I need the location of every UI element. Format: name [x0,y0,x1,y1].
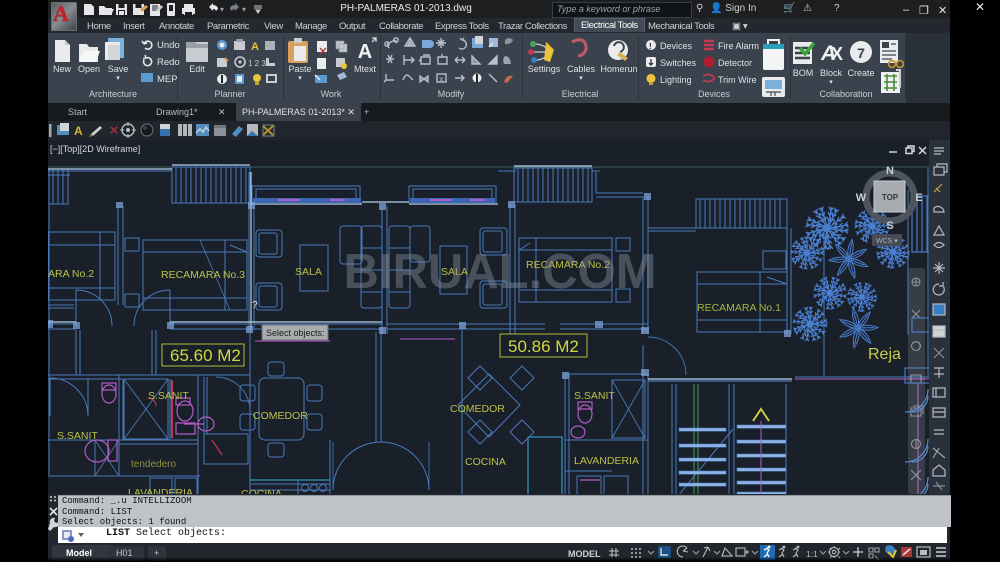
svg-text:Reja: Reja [868,346,901,363]
svg-text:50.86 M2: 50.86 M2 [508,337,579,356]
svg-text:▾: ▾ [116,75,120,82]
svg-text:RECAMARA No.3: RECAMARA No.3 [161,269,245,281]
svg-text:W: W [856,192,867,204]
svg-text:?: ? [252,300,258,311]
svg-text:▾: ▾ [298,75,302,82]
svg-text:S.SANIT: S.SANIT [148,390,189,402]
svg-text:Architecture: Architecture [89,89,137,99]
svg-text:Electrical: Electrical [562,89,599,99]
svg-text:ARA No.2: ARA No.2 [48,268,94,280]
svg-text:LAVANDERIA: LAVANDERIA [128,487,193,494]
svg-text:Save: Save [108,64,129,74]
svg-text:A: A [74,124,83,138]
svg-text:N: N [886,165,894,177]
svg-text:!: ! [649,42,652,51]
svg-text:RECAMARA No.1: RECAMARA No.1 [697,302,781,314]
svg-text:Edit: Edit [189,64,205,74]
svg-text:65.60 M2: 65.60 M2 [170,346,241,365]
svg-text:Fire Alarm: Fire Alarm [718,41,759,51]
svg-text:Cables: Cables [567,64,596,74]
svg-text:Trim Wire: Trim Wire [718,75,757,85]
svg-text:A: A [358,41,372,63]
svg-text:S.SANIT: S.SANIT [57,430,98,442]
svg-text:SALA: SALA [295,266,322,278]
svg-text:Settings: Settings [528,64,561,74]
svg-text:COMEDOR: COMEDOR [253,410,308,422]
svg-text:▾: ▾ [242,5,246,14]
svg-text:Open: Open [78,64,100,74]
svg-text:1 2 3: 1 2 3 [248,59,266,68]
svg-text:Paste: Paste [288,64,311,74]
svg-text:Homerun: Homerun [600,64,637,74]
svg-text:Undo: Undo [157,40,180,51]
svg-text:A: A [251,41,259,53]
svg-text:X: X [831,44,843,64]
svg-text:MEP: MEP [157,74,178,85]
svg-text:X: X [439,77,444,84]
svg-text:Devices: Devices [698,89,731,99]
svg-text:WCS ▾: WCS ▾ [876,238,898,245]
svg-text:Detector: Detector [718,58,752,68]
svg-text:Modify: Modify [438,89,465,99]
svg-text:E: E [915,192,922,204]
svg-text:▾: ▾ [220,5,224,14]
svg-text:Collaboration: Collaboration [819,89,872,99]
svg-text:TOP: TOP [882,193,899,202]
svg-text:tendedero: tendedero [131,459,176,470]
svg-text:Create: Create [847,68,874,78]
svg-text:S: S [886,220,893,232]
svg-text:LAVANDERIA: LAVANDERIA [574,455,639,467]
svg-text:New: New [53,64,72,74]
svg-text:Devices: Devices [660,41,693,51]
svg-text:[−][Top][2D Wireframe]: [−][Top][2D Wireframe] [50,144,140,154]
svg-text:Work: Work [321,89,342,99]
svg-text:▾: ▾ [579,75,583,82]
svg-text:▾: ▾ [829,79,833,86]
svg-text:Block: Block [820,68,843,78]
svg-text:BOM: BOM [793,68,814,78]
svg-text:COMEDOR: COMEDOR [450,403,505,415]
svg-text:BIRUAL.COM: BIRUAL.COM [343,245,656,299]
svg-text:Select objects:: Select objects: [266,328,325,338]
svg-text:Switches: Switches [660,58,697,68]
svg-text:COCINA: COCINA [465,456,506,468]
svg-text:7: 7 [857,45,865,61]
svg-text:Planner: Planner [214,89,245,99]
svg-text:S.SANIT: S.SANIT [574,390,615,402]
svg-text:Mtext: Mtext [354,64,377,74]
svg-text:Redo: Redo [157,57,180,68]
svg-text:Lighting: Lighting [660,75,692,85]
